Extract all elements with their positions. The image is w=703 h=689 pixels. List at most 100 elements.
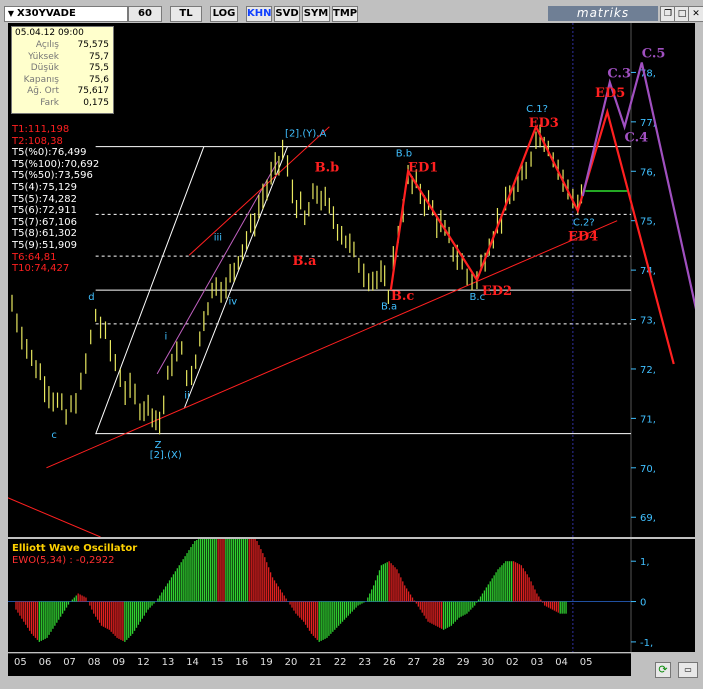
wave-label: B.b [396, 148, 412, 159]
wave-label: B.c [470, 292, 486, 303]
y-tick-label: 73, [640, 316, 656, 327]
info-row: Açılış 75,575 [12, 40, 109, 51]
level-label: T5(%100):70,692 [12, 158, 100, 170]
level-label: T5(%50):73,596 [12, 170, 93, 182]
y-tick-label: 70, [640, 464, 656, 475]
x-tick-label: 02 [506, 657, 519, 668]
refresh-icon[interactable]: ⟳ [655, 662, 671, 678]
oscillator-y-tick-label: 0 [640, 598, 646, 609]
level-label: T6:64,81 [12, 251, 57, 263]
period-60-button[interactable]: 60 [128, 6, 162, 22]
wave-label: ED3 [529, 116, 559, 131]
x-tick-label: 08 [87, 657, 101, 668]
info-row: Kapanış 75,6 [12, 75, 109, 86]
x-tick-label: 22 [333, 657, 347, 668]
wave-label: C.3 [607, 66, 631, 81]
wave-label: ED2 [482, 284, 512, 299]
oscillator-y-tick-label: -1, [640, 638, 653, 649]
level-list: T1:111,198 T2:108,38 T5(%0):76,499 T5(%100)… [12, 124, 99, 275]
chart-toolbar: ▼ X30YVADE 60 TL LOG KHN SVD SYM TMP matr… [0, 6, 703, 22]
wave-label: C.1? [526, 104, 548, 115]
info-row: Düşük 75,5 [12, 63, 109, 74]
info-value: 0,175 [83, 98, 109, 108]
oscillator-value-readout: EWO(5,34) : -0,2922 [12, 555, 115, 566]
tl-button[interactable]: TL [170, 6, 202, 22]
close-window-icon[interactable]: ✕ [688, 6, 703, 22]
info-label: Fark [40, 98, 59, 108]
x-tick-label: 03 [530, 657, 544, 668]
scroll-settings-icon[interactable]: ▭ [678, 662, 698, 678]
x-tick-label: 29 [456, 657, 470, 668]
khn-button[interactable]: KHN [246, 6, 272, 22]
level-label: T5(9):51,909 [12, 239, 77, 251]
wave-label: C.4 [625, 131, 649, 146]
wave-label: iii [214, 232, 222, 243]
symbol-selector[interactable]: ▼ X30YVADE [4, 6, 128, 22]
info-label: Ağ. Ort [27, 86, 59, 97]
y-tick-label: 69, [640, 513, 656, 524]
wave-label: B.b [315, 160, 340, 175]
level-label: T5(%0):76,499 [12, 147, 87, 159]
wave-label: ED1 [408, 160, 438, 175]
x-tick-label: 23 [358, 657, 372, 668]
y-axis-background [631, 23, 695, 537]
x-tick-label: 09 [112, 657, 126, 668]
info-value: 75,575 [77, 40, 110, 50]
symbol-dropdown-icon[interactable]: ▼ [5, 7, 17, 21]
level-label: T10:74,427 [12, 263, 70, 275]
wave-label: ED5 [595, 86, 625, 101]
oscillator-title: Elliott Wave Oscillator [12, 543, 138, 554]
wave-label: C.5 [642, 47, 666, 62]
svd-button[interactable]: SVD [274, 6, 300, 22]
level-label: T5(8):61,302 [12, 228, 77, 240]
oscillator-axis-background [631, 539, 695, 652]
y-tick-label: 72, [640, 365, 656, 376]
y-tick-label: 71, [640, 414, 656, 425]
info-row: Ağ. Ort 75,617 [12, 86, 109, 97]
info-value: 75,617 [77, 86, 110, 97]
level-label: T5(5):74,282 [12, 193, 77, 205]
info-label: Açılış [35, 40, 59, 50]
log-scale-button[interactable]: LOG [210, 6, 238, 22]
level-label: T2:108,38 [12, 135, 63, 147]
wave-label: ii [184, 391, 190, 402]
info-value: 75,6 [88, 74, 109, 85]
x-tick-label: 28 [432, 657, 445, 668]
x-tick-label: 21 [309, 657, 322, 668]
x-axis: 05 06 07 08 09 12 13 14 15 16 19 20 21 22 23 26 27 28 29 30… [8, 653, 631, 676]
info-label: Yüksek [28, 51, 59, 62]
wave-label: iv [228, 297, 237, 308]
x-tick-label: 27 [407, 657, 421, 668]
x-tick-label: 12 [137, 657, 150, 668]
x-tick-label: 19 [260, 657, 273, 668]
info-row: Yüksek 75,7 [12, 52, 109, 63]
x-tick-label: 04 [555, 657, 568, 668]
y-tick-label: 75, [640, 217, 656, 228]
oscillator-value: -0,2922 [75, 555, 115, 566]
x-tick-label: 26 [383, 657, 396, 668]
wave-label: C.2? [573, 218, 595, 229]
symbol-label: X30YVADE [17, 8, 76, 19]
x-tick-label: 16 [235, 657, 249, 668]
x-tick-label: 14 [186, 657, 199, 668]
x-tick-label: 30 [481, 657, 495, 668]
info-datetime: 05.04.12 09:00 [15, 28, 84, 38]
y-tick-label: 76, [640, 167, 656, 178]
oscillator-y-tick-label: 1, [640, 557, 650, 568]
info-value: 75,5 [88, 63, 109, 74]
wave-label: d [88, 292, 94, 303]
wave-label: i [165, 331, 168, 342]
tmp-button[interactable]: TMP [332, 6, 358, 22]
info-box: 05.04.12 09:00 Açılış 75,575 Yüksek 75,7 Düş… [11, 26, 114, 114]
x-tick-label: 13 [161, 657, 175, 668]
x-tick-label: 05 [14, 657, 27, 668]
level-label: T5(4):75,129 [12, 181, 77, 193]
chart-window: ▼ X30YVADE 60 TL LOG KHN SVD SYM TMP matr… [0, 0, 703, 689]
sym-button[interactable]: SYM [302, 6, 330, 22]
x-tick-label: 20 [284, 657, 298, 668]
info-label: Düşük [30, 63, 59, 74]
info-value: 75,7 [88, 51, 109, 62]
x-tick-label: 06 [38, 657, 52, 668]
level-label: T1:111,198 [12, 124, 70, 135]
matriks-logo: matriks [548, 6, 658, 21]
